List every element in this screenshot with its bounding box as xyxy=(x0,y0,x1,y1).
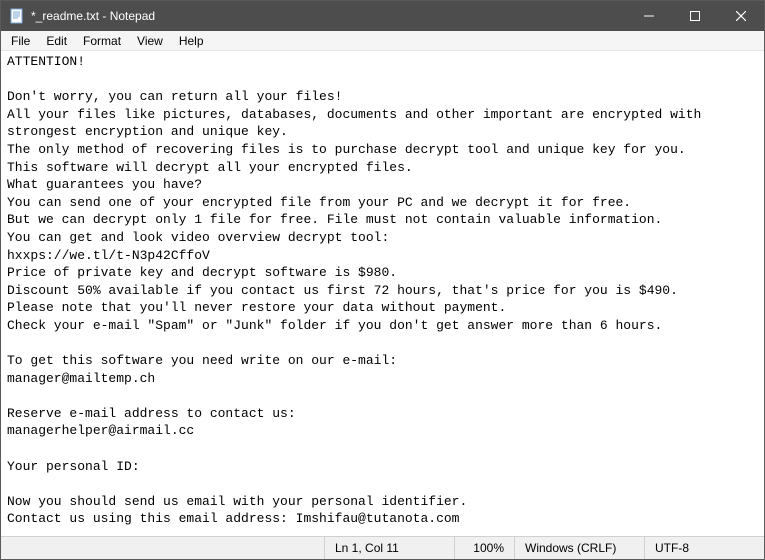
status-zoom: 100% xyxy=(454,537,514,559)
titlebar[interactable]: *_readme.txt - Notepad xyxy=(1,1,764,31)
window-title: *_readme.txt - Notepad xyxy=(31,1,626,31)
menu-view[interactable]: View xyxy=(129,32,171,50)
maximize-icon xyxy=(690,11,700,21)
menu-file[interactable]: File xyxy=(3,32,38,50)
minimize-icon xyxy=(644,11,654,21)
text-area[interactable]: ATTENTION! Don't worry, you can return a… xyxy=(1,51,764,536)
notepad-window: *_readme.txt - Notepad File Edit Format … xyxy=(0,0,765,560)
minimize-button[interactable] xyxy=(626,1,672,31)
menu-format[interactable]: Format xyxy=(75,32,129,50)
window-controls xyxy=(626,1,764,31)
menu-edit[interactable]: Edit xyxy=(38,32,75,50)
statusbar-spacer xyxy=(1,537,324,559)
notepad-icon xyxy=(9,8,25,24)
status-cursor-position: Ln 1, Col 11 xyxy=(324,537,454,559)
close-icon xyxy=(736,11,746,21)
menubar: File Edit Format View Help xyxy=(1,31,764,51)
close-button[interactable] xyxy=(718,1,764,31)
menu-help[interactable]: Help xyxy=(171,32,212,50)
document-text[interactable]: ATTENTION! Don't worry, you can return a… xyxy=(7,53,758,528)
maximize-button[interactable] xyxy=(672,1,718,31)
status-encoding: UTF-8 xyxy=(644,537,764,559)
statusbar: Ln 1, Col 11 100% Windows (CRLF) UTF-8 xyxy=(1,536,764,559)
status-line-endings: Windows (CRLF) xyxy=(514,537,644,559)
